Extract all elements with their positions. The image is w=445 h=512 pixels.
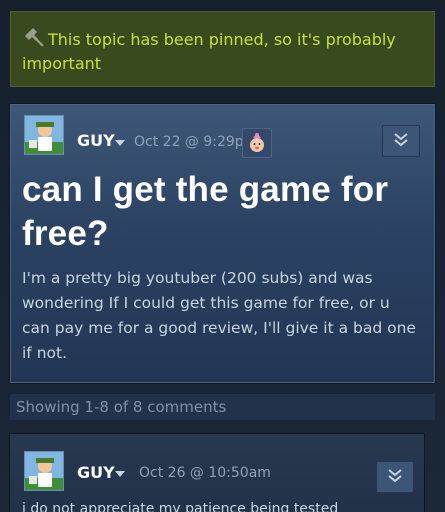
comments-summary-bar: Showing 1-8 of 8 comments <box>9 393 436 421</box>
expand-post-button[interactable] <box>382 125 420 157</box>
topic-body: I'm a pretty big youtuber (200 subs) and… <box>22 269 416 362</box>
topic-date: Oct 22 @ 9:29pm <box>134 134 258 150</box>
comment-avatar[interactable] <box>24 451 64 491</box>
avatar-image <box>25 116 63 154</box>
avatar[interactable] <box>24 115 64 155</box>
comment-author-menu-chevron-down-icon[interactable] <box>115 471 125 477</box>
comment-body: i do not appreciate my patience being te… <box>22 501 339 512</box>
discussion-page: This topic has been pinned, so it's prob… <box>0 0 445 512</box>
topic-author-name[interactable]: GUY <box>77 131 115 150</box>
baby-face-icon <box>250 133 264 152</box>
comment-date: Oct 26 @ 10:50am <box>139 465 271 481</box>
double-chevron-down-icon <box>394 133 408 147</box>
pinned-notice: This topic has been pinned, so it's prob… <box>10 11 435 87</box>
pinned-notice-text: This topic has been pinned, so it's prob… <box>22 30 396 73</box>
comment-author-name[interactable]: GUY <box>77 463 115 482</box>
author-menu-chevron-down-icon[interactable] <box>115 140 125 146</box>
comments-count: Showing 1-8 of 8 comments <box>16 398 227 416</box>
topic-title: can I get the game for free? <box>22 170 389 253</box>
double-chevron-down-icon <box>388 469 402 483</box>
expand-comment-button[interactable] <box>376 461 414 493</box>
avatar-image <box>25 452 63 490</box>
award-badge-icon[interactable] <box>242 128 272 158</box>
